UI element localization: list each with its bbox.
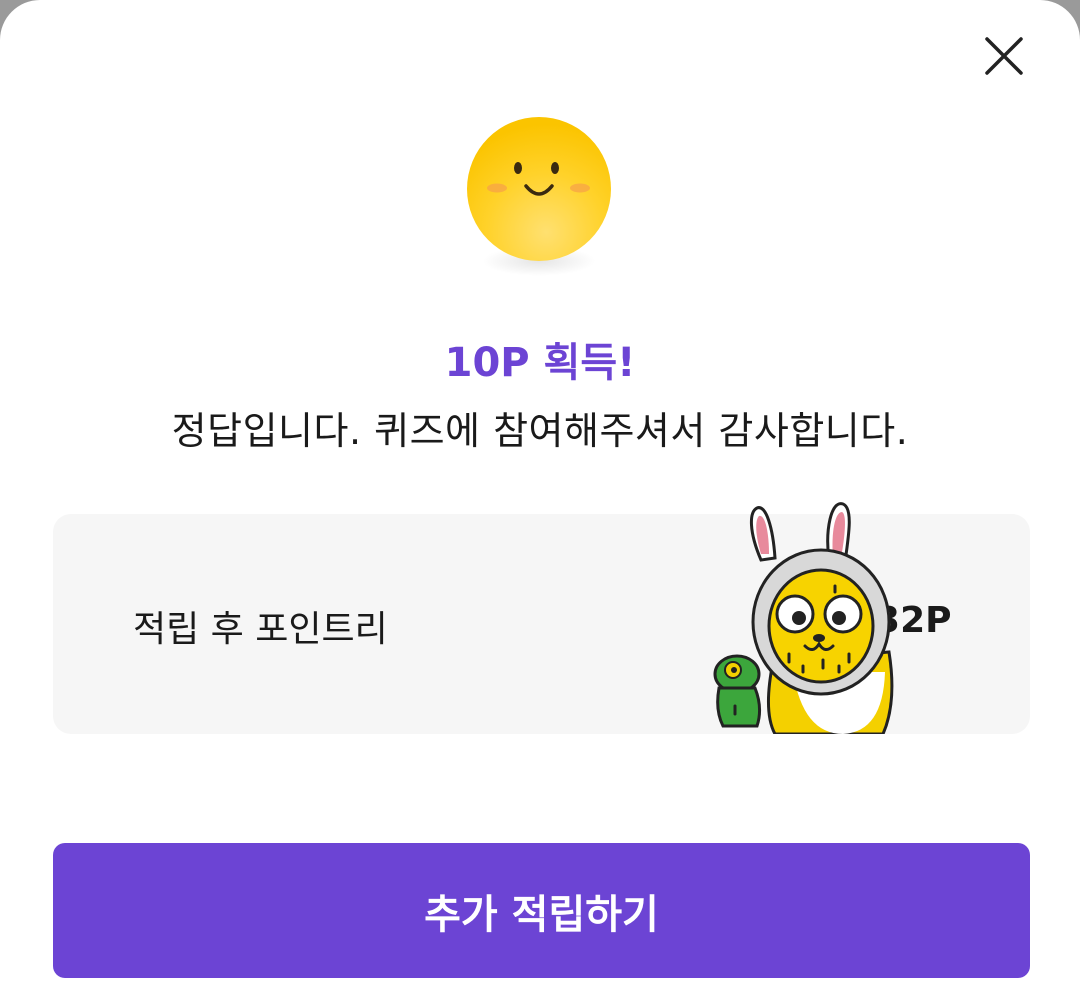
quiz-result-dialog: 10P 획득! 정답입니다. 퀴즈에 참여해주셔서 감사합니다. 적립 후 포인…	[0, 0, 1080, 1005]
rabbit-character-illustration	[653, 502, 913, 736]
close-icon[interactable]	[980, 32, 1028, 80]
points-card: 적립 후 포인트리 632P	[53, 502, 1030, 736]
smiley-face-icon	[466, 116, 612, 262]
points-label: 적립 후 포인트리	[133, 609, 388, 650]
reward-title: 10P 획득!	[444, 340, 636, 386]
result-message: 정답입니다. 퀴즈에 참여해주셔서 감사합니다.	[171, 409, 909, 453]
earn-more-button[interactable]: 추가 적립하기	[53, 843, 1030, 978]
